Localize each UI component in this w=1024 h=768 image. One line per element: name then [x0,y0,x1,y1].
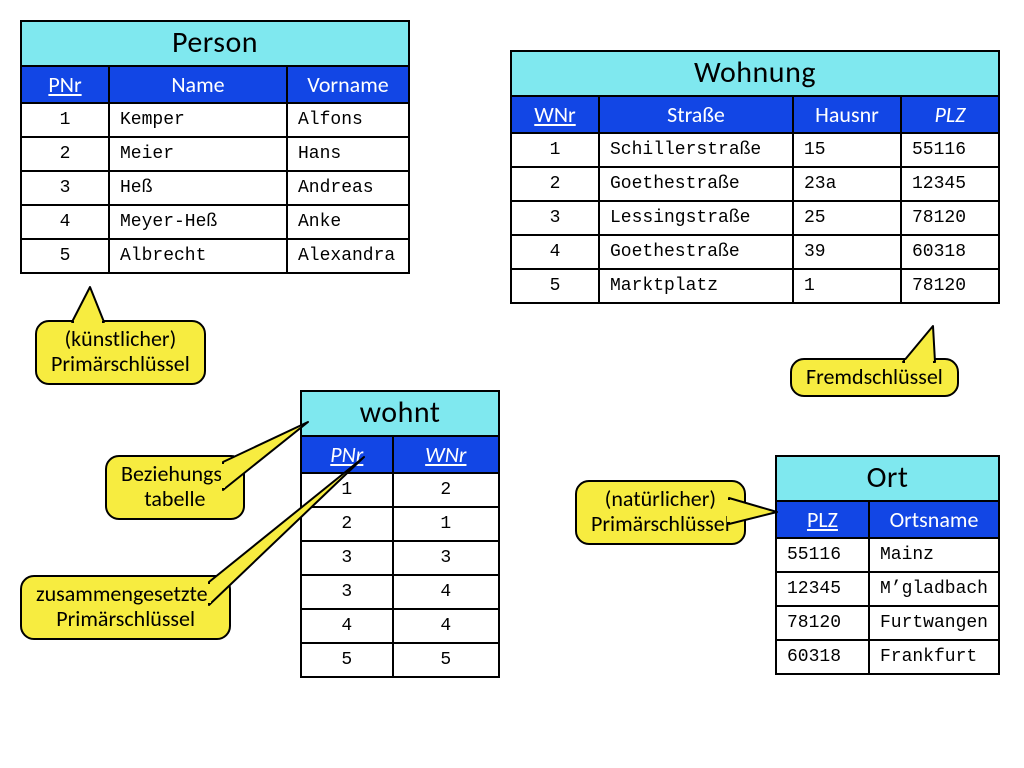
callout-text: (natürlicher)Primärschlüssel [591,485,730,537]
col-header: Ortsname [869,501,999,538]
col-header: PLZ [901,96,999,133]
col-header: WNr [393,436,499,473]
callout-text: Fremdschlüssel [806,363,943,390]
col-header: Name [109,66,287,103]
col-header: Hausnr [793,96,901,133]
callout-text: zusammengesetzterPrimärschlüssel [36,580,215,632]
table-title: Person [21,21,409,66]
col-header: Vorname [287,66,409,103]
table-wohnung: Wohnung WNr Straße Hausnr PLZ 1Schillers… [510,50,1000,304]
er-diagram: Person PNr Name Vorname 1KemperAlfons 2M… [0,0,1024,768]
callout-text: (künstlicher)Primärschlüssel [51,325,190,377]
table-title: wohnt [301,391,499,436]
callout-zusammengesetzter-pk: zusammengesetzterPrimärschlüssel [20,575,231,640]
callout-fremdschluessel: Fremdschlüssel [790,358,959,397]
col-header: WNr [511,96,599,133]
callout-natuerlicher-pk: (natürlicher)Primärschlüssel [575,480,746,545]
col-header: PNr [21,66,109,103]
table-title: Wohnung [511,51,999,96]
col-header: PLZ [776,501,869,538]
callout-kuenstlicher-pk: (künstlicher)Primärschlüssel [35,320,206,385]
col-header: Straße [599,96,793,133]
table-ort: Ort PLZ Ortsname 55116Mainz 12345M’gladb… [775,455,1000,675]
table-title: Ort [776,456,999,501]
table-person: Person PNr Name Vorname 1KemperAlfons 2M… [20,20,410,274]
